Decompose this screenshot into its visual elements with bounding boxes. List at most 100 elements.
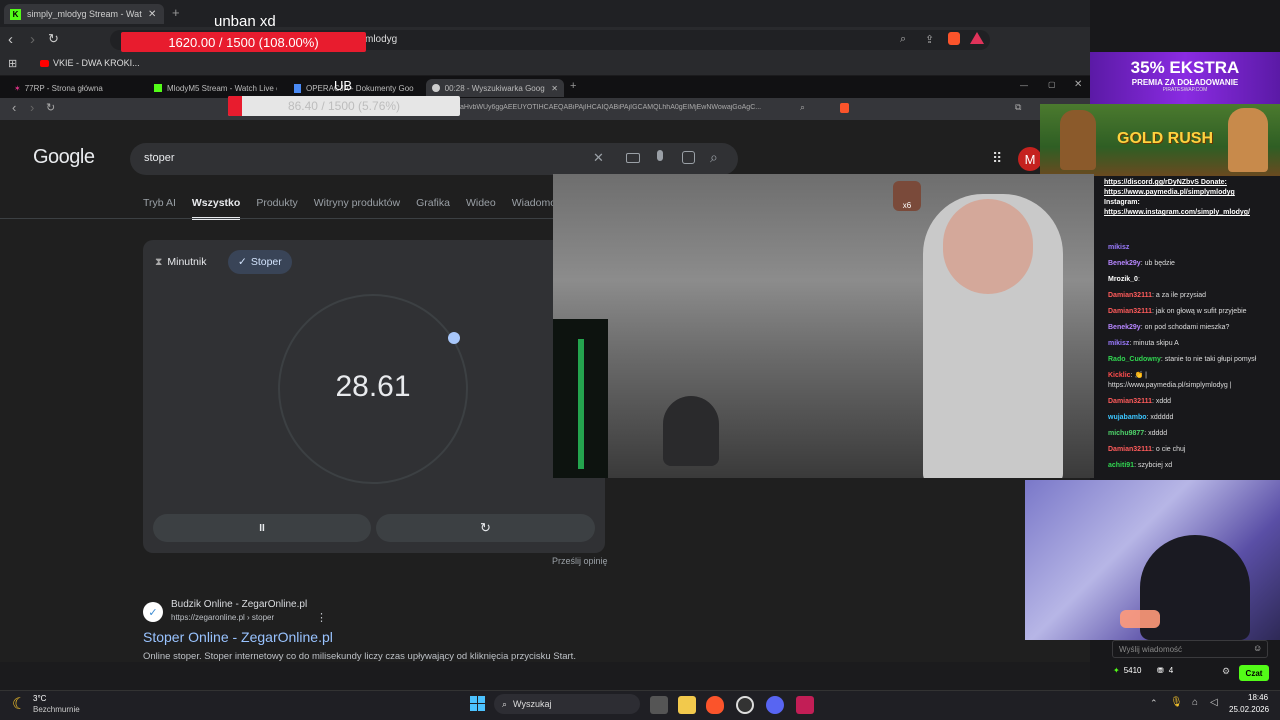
chat-username[interactable]: Damian32111 [1108, 446, 1152, 453]
new-tab-button[interactable]: + [172, 5, 180, 20]
chat-input[interactable]: Wyślij wiadomość ☺ [1112, 640, 1268, 658]
more-options-icon[interactable]: ⋮ [316, 611, 327, 624]
chat-message: Kicklic: 👏 | https://www.paymedia.pl/sim… [1108, 371, 1258, 391]
volume-icon[interactable]: ◁ [1210, 697, 1218, 708]
channel-points[interactable]: ✦ 5410 [1113, 666, 1142, 675]
ad-subline: PREMIA ZA DOŁADOWANIE [1131, 78, 1239, 87]
feedback-link[interactable]: Prześlij opinię [552, 556, 608, 566]
gift-counter[interactable]: ⛃ 4 [1157, 666, 1173, 675]
inner-tab-google[interactable]: 00:28 - Wyszukiwarka Google ✕ [426, 79, 564, 97]
tab-wideo[interactable]: Wideo [466, 197, 496, 220]
brave-icon[interactable] [706, 696, 724, 714]
inner-tab-77rp[interactable]: ✶ 77RP - Strona główna [8, 79, 143, 97]
chat-username[interactable]: wujabambo [1108, 414, 1147, 421]
account-avatar[interactable]: M [1018, 147, 1042, 171]
close-icon[interactable]: ✕ [148, 9, 156, 20]
search-box[interactable]: stoper ✕ ⌕ [130, 143, 738, 175]
minimize-icon[interactable]: — [1020, 81, 1028, 90]
chat-username[interactable]: achiti91 [1108, 462, 1134, 469]
back-icon[interactable]: ‹ [12, 100, 16, 115]
search-query[interactable]: stoper [144, 152, 175, 164]
ad-pirateswap[interactable]: 35% EKSTRA PREMIA ZA DOŁADOWANIE PIRATES… [1090, 52, 1280, 104]
share-icon[interactable]: ⇪ [925, 33, 934, 46]
maximize-icon[interactable]: ▢ [1048, 80, 1056, 89]
tab-wszystko[interactable]: Wszystko [191, 197, 241, 220]
taskbar-search[interactable]: ⌕ Wyszukaj [494, 694, 640, 714]
start-icon[interactable] [470, 696, 485, 711]
timer-tab[interactable]: ⧗ Minutnik [155, 251, 206, 273]
result-url[interactable]: https://zegaronline.pl › stoper [171, 613, 274, 622]
forward-icon[interactable]: › [30, 31, 35, 48]
apps-grid-icon[interactable]: ⊞ [8, 57, 17, 70]
tab-produkty[interactable]: Produkty [256, 197, 297, 220]
tray-chevron-icon[interactable]: ⌃ [1150, 698, 1158, 709]
bookmark-vkie[interactable]: VKIE - DWA KROKI... [53, 58, 140, 68]
lens-icon[interactable] [682, 151, 695, 164]
clear-icon[interactable]: ✕ [593, 150, 604, 166]
reload-icon[interactable]: ↻ [46, 101, 55, 114]
tab-witryny[interactable]: Witryny produktów [314, 197, 400, 220]
file-explorer-icon[interactable] [678, 696, 696, 714]
discord-link[interactable]: https://discord.gg/rDyNZbvS Donate: [1104, 178, 1254, 188]
network-icon[interactable]: ⌂ [1192, 697, 1198, 708]
donate-link[interactable]: https://www.paymedia.pl/simplymlodyg [1104, 188, 1254, 198]
chat-settings-icon[interactable]: ⚙ [1222, 666, 1230, 677]
brave-rewards-icon[interactable] [970, 32, 984, 44]
send-chat-button[interactable]: Czat [1239, 665, 1269, 681]
inner-url-text[interactable]: aHvbWUy6ggAEEUYOTIHCAEQABiPAjIHCAIQABiPA… [460, 104, 790, 111]
result-title[interactable]: Stoper Online - ZegarOnline.pl [143, 629, 333, 645]
pause-button[interactable]: II [153, 514, 371, 542]
stopwatch-tab[interactable]: ✓ Stoper [228, 250, 292, 274]
mic-tray-icon[interactable]: 🎙 [1170, 697, 1183, 708]
zoom-icon[interactable]: ⌕ [900, 33, 906, 46]
inner-tab-docs[interactable]: OPERACJA - Dokumenty Goo [288, 79, 423, 97]
chat-text: : xddddd [1146, 414, 1174, 421]
keyboard-icon[interactable] [626, 153, 640, 163]
close-icon[interactable]: ✕ [551, 84, 558, 93]
search-icon[interactable]: ⌕ [710, 149, 718, 166]
clock-date[interactable]: 25.02.2026 [1229, 705, 1269, 714]
chat-username[interactable]: michu9877 [1108, 430, 1144, 437]
forward-icon[interactable]: › [30, 100, 34, 115]
chat-username[interactable]: Kicklic [1108, 372, 1131, 379]
zoom-icon[interactable]: ⌕ [800, 102, 805, 113]
new-tab-button[interactable]: + [570, 80, 576, 92]
ad-gold-rush[interactable]: GOLD RUSH [1040, 104, 1280, 176]
outer-tab-active[interactable]: K simply_mlodyg Stream - Watch L ✕ [4, 4, 164, 24]
chat-username[interactable]: Benek29y [1108, 324, 1141, 331]
chat-username[interactable]: Damian32111 [1108, 308, 1152, 315]
brave-shield-icon[interactable] [840, 103, 849, 113]
microphone [663, 396, 719, 466]
reset-button[interactable]: ↻ [376, 514, 595, 542]
chat-username[interactable]: Damian32111 [1108, 292, 1152, 299]
brave-shield-icon[interactable] [948, 32, 960, 45]
back-icon[interactable]: ‹ [8, 31, 13, 48]
clock-time[interactable]: 18:46 [1248, 693, 1268, 702]
app-icon[interactable] [796, 696, 814, 714]
chat-username[interactable]: mikisz [1108, 340, 1129, 347]
result-site[interactable]: Budzik Online - ZegarOnline.pl [171, 599, 307, 610]
chat-username[interactable]: Benek29y [1108, 260, 1141, 267]
chat-username[interactable]: mikisz [1108, 244, 1129, 251]
window-close-icon[interactable]: ✕ [1074, 79, 1082, 90]
chat-message: wujabambo: xddddd [1108, 413, 1258, 423]
extensions-icon[interactable]: ⧉ [1015, 102, 1021, 113]
tab-tryb-ai[interactable]: Tryb AI [143, 197, 176, 220]
microphone-icon[interactable] [657, 150, 663, 161]
steam-icon[interactable] [736, 696, 754, 714]
chat-username[interactable]: Mrozik_0 [1108, 276, 1138, 283]
instagram-link[interactable]: https://www.instagram.com/simply_mlodyg/ [1104, 208, 1254, 218]
google-logo[interactable]: Google [33, 146, 95, 169]
stream-video[interactable]: x6 [553, 174, 1094, 478]
inner-tab-kick[interactable]: MlodyM5 Stream - Watch Live on Ki [148, 79, 283, 97]
task-view-icon[interactable] [650, 696, 668, 714]
chat-username[interactable]: Damian32111 [1108, 398, 1152, 405]
chat-username[interactable]: Rado_Cudowny [1108, 356, 1161, 363]
youtube-icon [40, 60, 49, 67]
google-apps-icon[interactable]: ⠿ [992, 150, 1002, 167]
reload-icon[interactable]: ↻ [48, 31, 59, 47]
discord-icon[interactable] [766, 696, 784, 714]
emoji-icon[interactable]: ☺ [1253, 643, 1262, 653]
tab-grafika[interactable]: Grafika [416, 197, 450, 220]
chat-input-placeholder: Wyślij wiadomość [1119, 645, 1183, 654]
